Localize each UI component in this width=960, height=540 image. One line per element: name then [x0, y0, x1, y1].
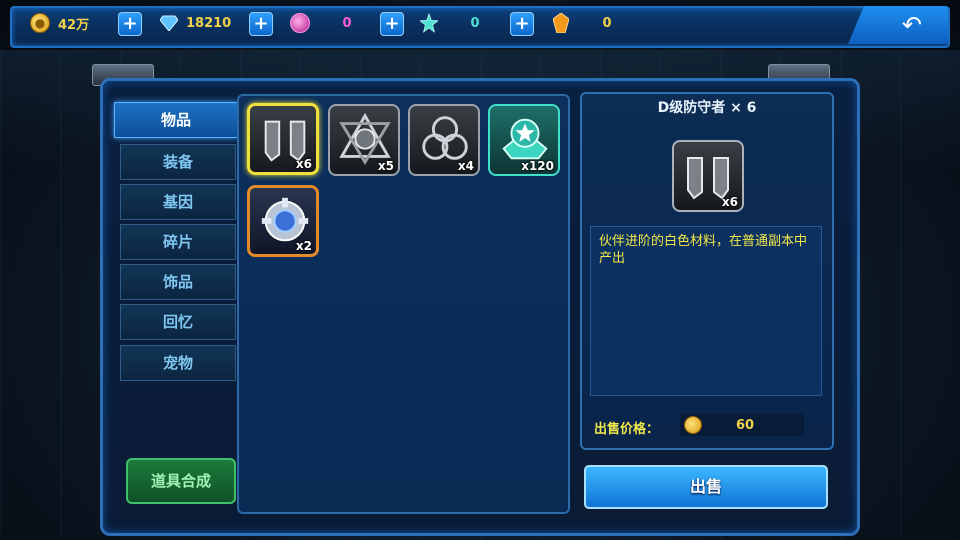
item-slot[interactable]: x4 [408, 104, 480, 176]
tab-fragments[interactable]: 碎片 [120, 224, 236, 260]
item-slot[interactable]: x5 [328, 104, 400, 176]
item-description-text: 伙伴进阶的白色材料，在普通副本中产出 [599, 234, 808, 266]
tab-accessories[interactable]: 饰品 [120, 264, 236, 300]
item-slot[interactable]: x120 [488, 104, 560, 176]
tab-items[interactable]: 物品 [114, 102, 238, 138]
resource-pink-orb: 0 [290, 12, 362, 34]
add-diamond-button[interactable]: + [249, 12, 273, 36]
item-detail-slot: x6 [672, 140, 744, 212]
back-button[interactable]: ↶ [848, 6, 948, 44]
item-description: 伙伴进阶的白色材料，在普通副本中产出 [590, 226, 822, 396]
sell-price-label: 出售价格： [594, 422, 660, 437]
item-quantity: x6 [295, 157, 312, 171]
resource-gold: ● 42万 [30, 12, 116, 34]
tab-gene[interactable]: 基因 [120, 184, 236, 220]
sell-price-value: 60 [736, 417, 755, 433]
add-gold-button[interactable]: + [118, 12, 142, 36]
resource-star-crystal: 0 [420, 12, 490, 34]
item-quantity: x4 [457, 159, 474, 173]
sell-price-box: 60 [680, 414, 804, 436]
pink-orb-icon [290, 13, 310, 33]
item-detail-panel: D级防守者 × 6 x6 伙伴进阶的白色材料，在普通副本中产出 出售价格： 60 [580, 92, 834, 450]
orange-gem-icon [552, 13, 570, 33]
star-crystal-value: 0 [470, 15, 480, 31]
gold-coin-icon: ● [30, 13, 50, 33]
item-detail-quantity: x6 [721, 195, 738, 209]
resource-diamond: 18210 [160, 12, 244, 34]
item-synthesis-button[interactable]: 道具合成 [126, 458, 236, 504]
tab-memories[interactable]: 回忆 [120, 304, 236, 340]
return-arrow-icon: ↶ [901, 11, 922, 39]
star-crystal-icon [420, 13, 438, 33]
add-star-crystal-button[interactable]: + [510, 12, 534, 36]
orange-gem-value: 0 [602, 15, 612, 31]
item-slot[interactable]: x2 [247, 185, 319, 257]
item-quantity: x120 [521, 159, 554, 173]
pink-orb-value: 0 [342, 15, 352, 31]
add-pink-orb-button[interactable]: + [380, 12, 404, 36]
gold-value: 42万 [58, 17, 90, 33]
item-quantity: x2 [295, 239, 312, 253]
resource-orange-gem: 0 [552, 12, 622, 34]
diamond-value: 18210 [186, 15, 232, 31]
diamond-icon [160, 14, 178, 32]
gold-coin-icon [684, 416, 702, 434]
item-detail-title: D级防守者 × 6 [657, 100, 757, 116]
item-quantity: x5 [377, 159, 394, 173]
sell-button[interactable]: 出售 [584, 465, 828, 509]
item-slot[interactable]: x6 [247, 103, 319, 175]
tab-pets[interactable]: 宠物 [120, 345, 236, 381]
tab-equipment[interactable]: 装备 [120, 144, 236, 180]
